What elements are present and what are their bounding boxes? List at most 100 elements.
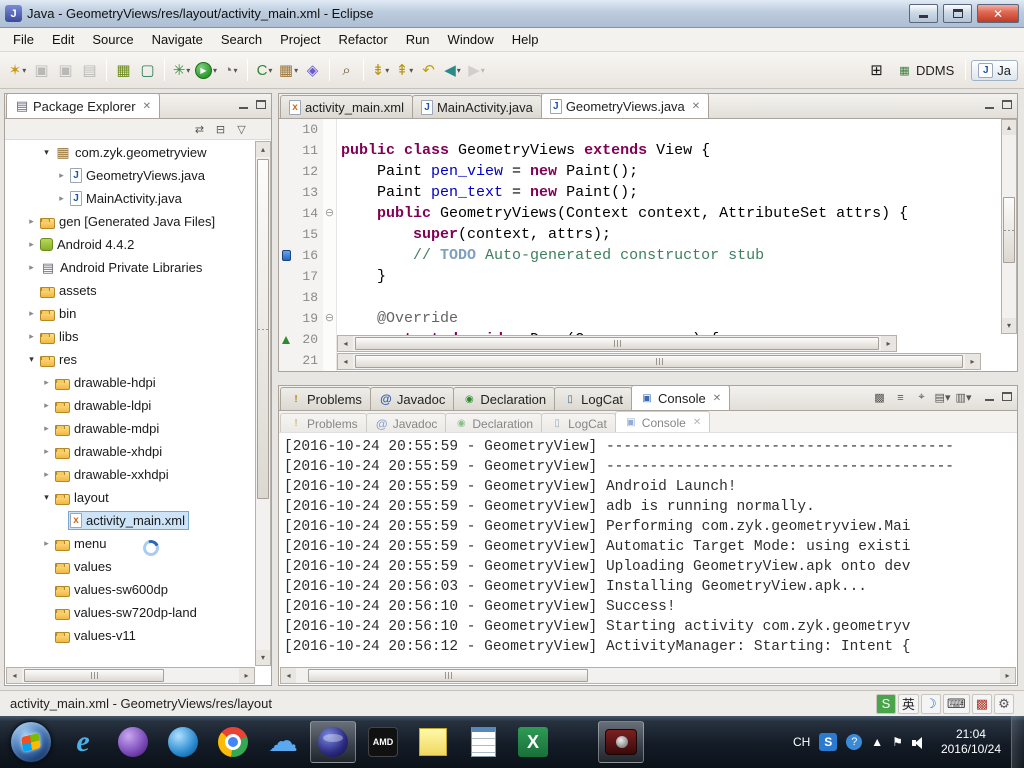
dropdown-arrow-icon[interactable]: ▾ [213,66,217,75]
last-edit-location-button[interactable]: ↶ [417,58,440,82]
editor-code-area[interactable]: 1011public class GeometryViews extends V… [279,119,1017,371]
tree-item-drawable-ldpi[interactable]: ▸drawable-ldpi [6,394,255,417]
code-line-14[interactable]: 14⊖ public GeometryViews(Context context… [279,203,1017,224]
menu-run[interactable]: Run [397,29,439,50]
ime-settings-icon[interactable]: ⚙ [994,694,1014,714]
fold-collapse-icon[interactable]: ⊖ [323,203,337,224]
android-sdk-manager-button[interactable]: ▦ [112,58,135,82]
minimize-button[interactable] [909,4,938,23]
ime-moon-icon[interactable]: ☽ [921,694,941,714]
scroll-right-icon[interactable]: ▸ [965,354,980,369]
scroll-right-icon[interactable]: ▸ [1000,668,1015,683]
ghost-tab-console[interactable]: ▣Console✕ [615,411,710,433]
console-output[interactable]: [2016-10-24 20:55:59 - GeometryView] ---… [279,433,1017,685]
console-horizontal-scrollbar[interactable]: ◂ ▸ [280,667,1016,684]
scroll-left-icon[interactable]: ◂ [338,354,353,369]
taskbar-sticky-notes[interactable] [410,721,456,763]
dropdown-arrow-icon[interactable]: ▾ [234,66,238,75]
maximize-button[interactable] [943,4,972,23]
tree-expand-arrow[interactable]: ▸ [25,239,38,250]
ime-toolbox-icon[interactable]: ▩ [972,694,992,714]
tree-item-assets[interactable]: assets [6,279,255,302]
maximize-console-icon[interactable] [1002,392,1012,401]
tree-expand-arrow[interactable]: ▸ [25,308,38,319]
open-perspective-button[interactable]: ⊞ [865,58,888,82]
tree-item-gen-generated-java-files[interactable]: ▸gen [Generated Java Files] [6,210,255,233]
scroll-left-icon[interactable]: ◂ [281,668,296,683]
tree-expand-arrow[interactable]: ▸ [25,216,38,227]
debug-button[interactable]: ✳▾ [170,58,193,82]
tree-item-values-v11[interactable]: values-v11 [6,624,255,647]
fold-collapse-icon[interactable]: ⊖ [323,308,337,329]
view-tab-console[interactable]: ▣Console✕ [631,385,730,410]
tree-item-drawable-hdpi[interactable]: ▸drawable-hdpi [6,371,255,394]
package-explorer-vertical-scrollbar[interactable]: ▴ ▾ [255,141,271,666]
scrollbar-track[interactable] [296,668,1000,683]
open-console-button[interactable]: ▥▾ [954,389,973,406]
package-explorer-tree[interactable]: ▾▦com.zyk.geometryview▸JGeometryViews.ja… [6,141,255,666]
scroll-down-icon[interactable]: ▾ [256,650,270,665]
code-line-13[interactable]: 13 Paint pen_text = new Paint(); [279,182,1017,203]
scrollbar-track[interactable] [22,668,239,683]
view-tab-logcat[interactable]: ▯LogCat [554,387,632,410]
tree-item-android-private-libraries[interactable]: ▸▤Android Private Libraries [6,256,255,279]
tree-expand-arrow[interactable]: ▸ [25,262,38,273]
display-selected-console-button[interactable]: ▤▾ [933,389,952,406]
scrollbar-track[interactable] [353,354,965,369]
tree-expand-arrow[interactable]: ▸ [40,469,53,480]
tree-item-layout[interactable]: ▾layout [6,486,255,509]
view-tab-declaration[interactable]: ◉Declaration [453,387,555,410]
code-line-17[interactable]: 17 } [279,266,1017,287]
dropdown-arrow-icon[interactable]: ▾ [966,391,972,404]
tree-item-values-sw600dp[interactable]: values-sw600dp [6,578,255,601]
menu-source[interactable]: Source [83,29,142,50]
tree-item-activity-main-xml[interactable]: xactivity_main.xml [6,509,255,532]
tree-item-values[interactable]: values [6,555,255,578]
scrollbar-thumb[interactable] [355,337,879,350]
tree-item-bin[interactable]: ▸bin [6,302,255,325]
tree-item-geometryviews-java[interactable]: ▸JGeometryViews.java [6,164,255,187]
editor-vertical-scrollbar[interactable]: ▴ ▾ [1001,119,1017,334]
taskbar-amd[interactable]: AMD [360,721,406,763]
ghost-tab-problems[interactable]: !Problems [280,413,367,433]
tree-expand-arrow[interactable]: ▸ [40,423,53,434]
tray-hidden-icons[interactable]: ▲ [871,735,883,749]
taskbar-recorder[interactable] [598,721,644,763]
tree-item-mainactivity-java[interactable]: ▸JMainActivity.java [6,187,255,210]
scrollbar-thumb[interactable] [355,355,963,368]
menu-help[interactable]: Help [503,29,548,50]
tree-expand-arrow[interactable]: ▸ [40,538,53,549]
menu-refactor[interactable]: Refactor [330,29,397,50]
dropdown-arrow-icon[interactable]: ▾ [186,66,190,75]
view-tab-problems[interactable]: !Problems [280,387,371,410]
taskbar-blue-orb[interactable] [160,721,206,763]
start-button[interactable] [10,721,52,763]
ghost-tab-logcat[interactable]: ▯LogCat [541,413,616,433]
tray-action-center[interactable]: ⚑ [892,735,903,749]
menu-search[interactable]: Search [212,29,271,50]
scroll-down-icon[interactable]: ▾ [1002,318,1016,333]
taskbar-eclipse[interactable] [310,721,356,763]
tree-item-values-sw720dp-land[interactable]: values-sw720dp-land [6,601,255,624]
tree-collapse-arrow[interactable]: ▾ [40,147,53,158]
new-java-class-button[interactable]: C▾ [253,58,276,82]
maximize-editor-icon[interactable] [1002,100,1012,109]
dropdown-arrow-icon[interactable]: ▾ [945,391,951,404]
minimize-view-icon[interactable] [239,100,248,109]
scroll-right-icon[interactable]: ▸ [881,336,896,351]
menu-navigate[interactable]: Navigate [143,29,212,50]
taskbar-excel[interactable]: X [510,721,556,763]
scrollbar-track[interactable] [1002,135,1016,318]
next-annotation-button[interactable]: ⇟▾ [369,58,392,82]
tree-expand-arrow[interactable]: ▸ [40,446,53,457]
ime-lang-icon[interactable]: 英 [898,694,919,714]
close-button[interactable]: ✕ [977,4,1019,23]
tray-sogou[interactable]: S [819,733,837,751]
ime-keyboard-icon[interactable]: ⌨ [943,694,970,714]
tree-item-libs[interactable]: ▸libs [6,325,255,348]
clear-console-button[interactable]: ▩ [870,389,889,406]
show-desktop-button[interactable] [1011,716,1024,768]
new-wizard-button[interactable]: ✶▾ [6,58,29,82]
taskbar-clock[interactable]: 21:04 2016/10/24 [935,727,1007,757]
ime-sogou-icon[interactable]: S [876,694,896,714]
